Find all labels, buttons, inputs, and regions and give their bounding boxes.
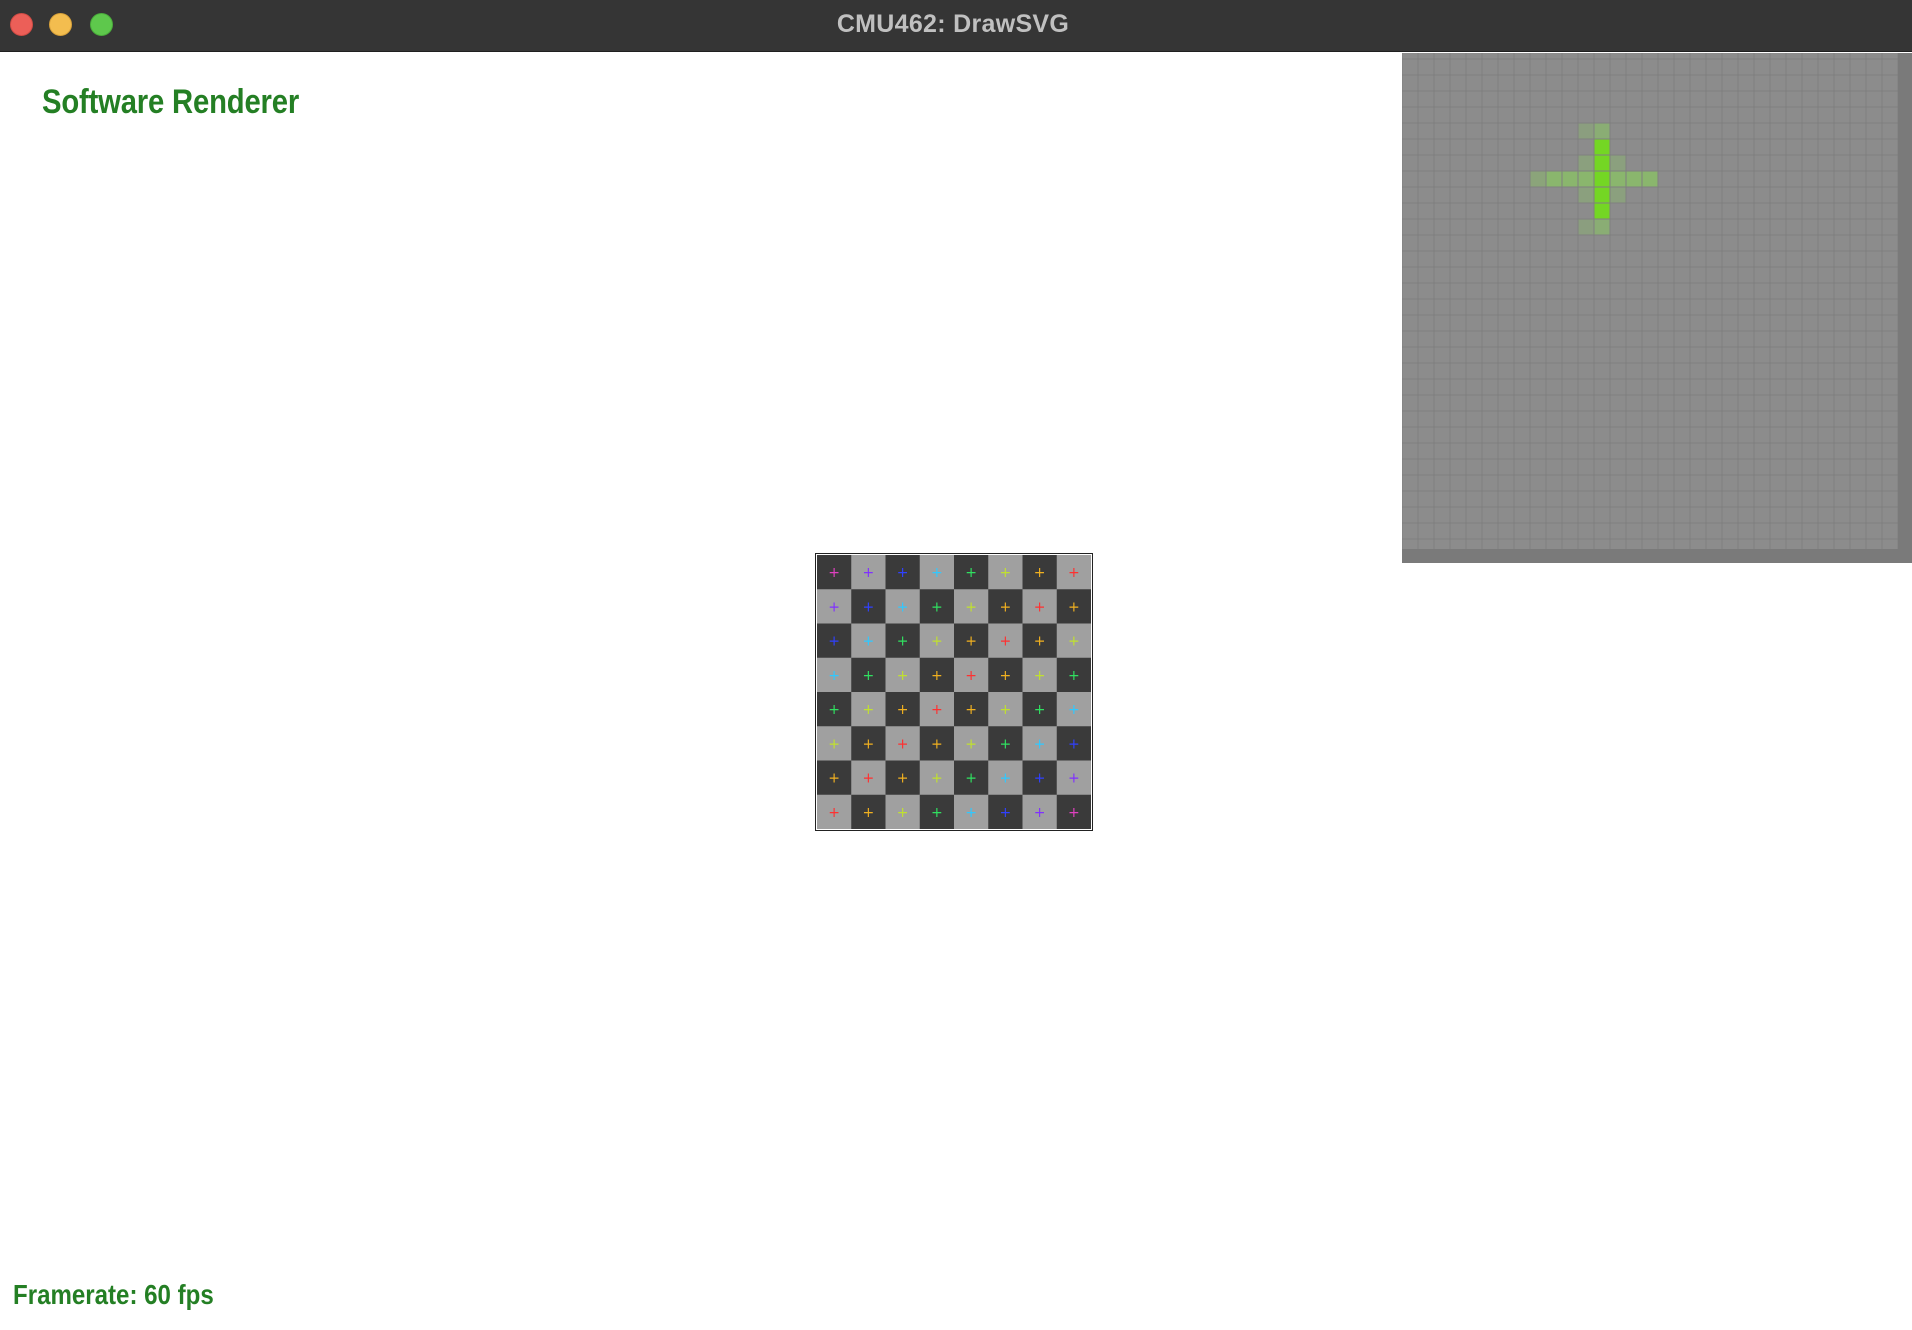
plus-marker: + (1000, 599, 1012, 615)
plus-marker: + (931, 599, 943, 615)
plus-marker: + (828, 805, 840, 821)
cross-pixel (1594, 139, 1610, 155)
inspector-border-right (1898, 53, 1912, 563)
plus-marker: + (1034, 771, 1046, 787)
plus-marker: + (1034, 805, 1046, 821)
plus-marker: + (863, 565, 875, 581)
plus-marker: + (863, 634, 875, 650)
plus-marker: + (897, 805, 909, 821)
plus-marker: + (897, 702, 909, 718)
plus-marker: + (1034, 702, 1046, 718)
plus-marker: + (931, 668, 943, 684)
cross-pixel (1578, 219, 1594, 235)
plus-marker: + (1068, 805, 1080, 821)
cross-pixel (1594, 203, 1610, 219)
cross-pixel (1578, 123, 1594, 139)
cross-pixel (1578, 187, 1594, 203)
plus-marker: + (897, 565, 909, 581)
plus-marker: + (1068, 702, 1080, 718)
window-title: CMU462: DrawSVG (836, 10, 1070, 38)
plus-marker: + (863, 805, 875, 821)
plus-marker: + (965, 634, 977, 650)
plus-marker: + (931, 634, 943, 650)
plus-marker: + (931, 805, 943, 821)
cross-pixel (1594, 155, 1610, 171)
plus-marker: + (897, 736, 909, 752)
plus-marker: + (897, 668, 909, 684)
plus-marker: + (965, 805, 977, 821)
pixel-inspector-panel (1402, 53, 1912, 563)
plus-marker: + (863, 599, 875, 615)
plus-marker: + (1068, 565, 1080, 581)
cross-pixel (1626, 171, 1642, 187)
plus-marker: + (1068, 736, 1080, 752)
plus-marker: + (1068, 668, 1080, 684)
plus-marker: + (863, 736, 875, 752)
pixel-inspector-view (1402, 53, 1912, 563)
plus-marker: + (828, 736, 840, 752)
plus-marker: + (1068, 634, 1080, 650)
drawing-canvas[interactable]: Software Renderer + + + + + + + + + + + + + + + + + + + + + +… (0, 53, 1912, 1330)
title-bar[interactable]: CMU462: DrawSVG (0, 0, 1912, 52)
plus-marker: + (828, 634, 840, 650)
plus-marker: + (828, 599, 840, 615)
plus-marker: + (828, 702, 840, 718)
plus-marker: + (965, 702, 977, 718)
plus-marker: + (897, 771, 909, 787)
renderer-label: Software Renderer (42, 83, 300, 121)
plus-marker: + (1068, 599, 1080, 615)
plus-marker: + (1000, 634, 1012, 650)
plus-marker: + (1034, 634, 1046, 650)
plus-marker: + (1000, 805, 1012, 821)
cross-pixel (1578, 155, 1594, 171)
plus-marker: + (1034, 736, 1046, 752)
plus-marker: + (1034, 668, 1046, 684)
cross-pixel (1594, 171, 1610, 187)
plus-marker: + (1068, 771, 1080, 787)
plus-marker: + (863, 702, 875, 718)
cross-pixel (1530, 171, 1546, 187)
plus-marker: + (965, 771, 977, 787)
plus-marker: + (965, 736, 977, 752)
cross-pixel (1594, 187, 1610, 203)
drawsvg-window: CMU462: DrawSVG Software Renderer + + + + + +… (0, 0, 1912, 1330)
checkerboard-drawing: + + + + + + + + + + + + + + + + + + + + + + + + + + + + + + + + + + + + + + + +… (817, 555, 1091, 829)
plus-marker: + (1034, 599, 1046, 615)
plus-marker: + (828, 771, 840, 787)
framerate-label: Framerate: 60 fps (13, 1279, 214, 1310)
plus-marker: + (931, 771, 943, 787)
plus-marker: + (931, 565, 943, 581)
plus-marker: + (931, 702, 943, 718)
cross-pixel (1562, 171, 1578, 187)
plus-marker: + (863, 668, 875, 684)
cross-pixel (1610, 171, 1626, 187)
plus-marker: + (1000, 702, 1012, 718)
inspector-background (1402, 53, 1912, 563)
cross-pixel (1642, 171, 1658, 187)
plus-marker: + (1034, 565, 1046, 581)
plus-marker: + (965, 668, 977, 684)
inspector-border-bottom (1402, 549, 1912, 563)
plus-marker: + (863, 771, 875, 787)
plus-marker: + (1000, 668, 1012, 684)
plus-marker: + (965, 565, 977, 581)
svg-checkerboard: + + + + + + + + + + + + + + + + + + + + + + + + + + + + + + + + + + + + + + + +… (815, 553, 1093, 831)
cross-pixel (1610, 155, 1626, 171)
plus-marker: + (897, 599, 909, 615)
plus-marker: + (931, 736, 943, 752)
plus-marker: + (1000, 771, 1012, 787)
plus-marker: + (897, 634, 909, 650)
cross-pixel (1594, 219, 1610, 235)
cross-pixel (1610, 187, 1626, 203)
cross-pixel (1546, 171, 1562, 187)
plus-marker: + (1000, 565, 1012, 581)
plus-marker: + (965, 599, 977, 615)
plus-marker: + (828, 668, 840, 684)
plus-marker: + (828, 565, 840, 581)
cross-pixel (1578, 171, 1594, 187)
cross-pixel (1594, 123, 1610, 139)
plus-marker: + (1000, 736, 1012, 752)
